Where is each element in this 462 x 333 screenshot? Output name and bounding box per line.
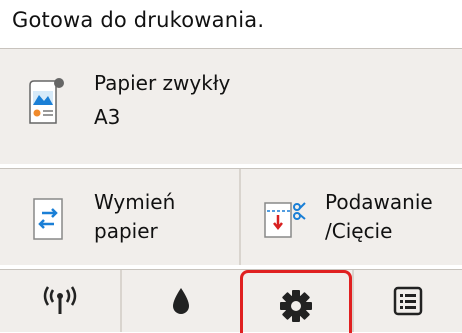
- feed-cut-button[interactable]: Podawanie /Cięcie: [241, 169, 462, 265]
- paper-size-label: A3: [94, 105, 121, 129]
- wifi-icon: [43, 286, 77, 314]
- list-icon: [393, 286, 423, 316]
- menu-button[interactable]: [354, 270, 462, 333]
- wifi-button[interactable]: [0, 270, 120, 333]
- ink-button[interactable]: [122, 270, 240, 333]
- ink-drop-icon: [173, 288, 189, 314]
- replace-paper-button[interactable]: Wymień papier: [0, 169, 239, 265]
- feed-cut-label: Podawanie /Cięcie: [325, 190, 433, 243]
- feed-cut-icon: [264, 202, 306, 238]
- gear-icon: [280, 290, 312, 322]
- replace-paper-label: Wymień papier: [94, 190, 176, 243]
- status-text: Gotowa do drukowania.: [12, 8, 265, 32]
- swap-paper-icon: [33, 198, 63, 240]
- paper-type-label: Papier zwykły: [94, 71, 231, 95]
- paper-icon: [29, 78, 64, 124]
- settings-button[interactable]: [240, 270, 352, 333]
- paper-info-button[interactable]: Papier zwykły A3: [0, 48, 462, 166]
